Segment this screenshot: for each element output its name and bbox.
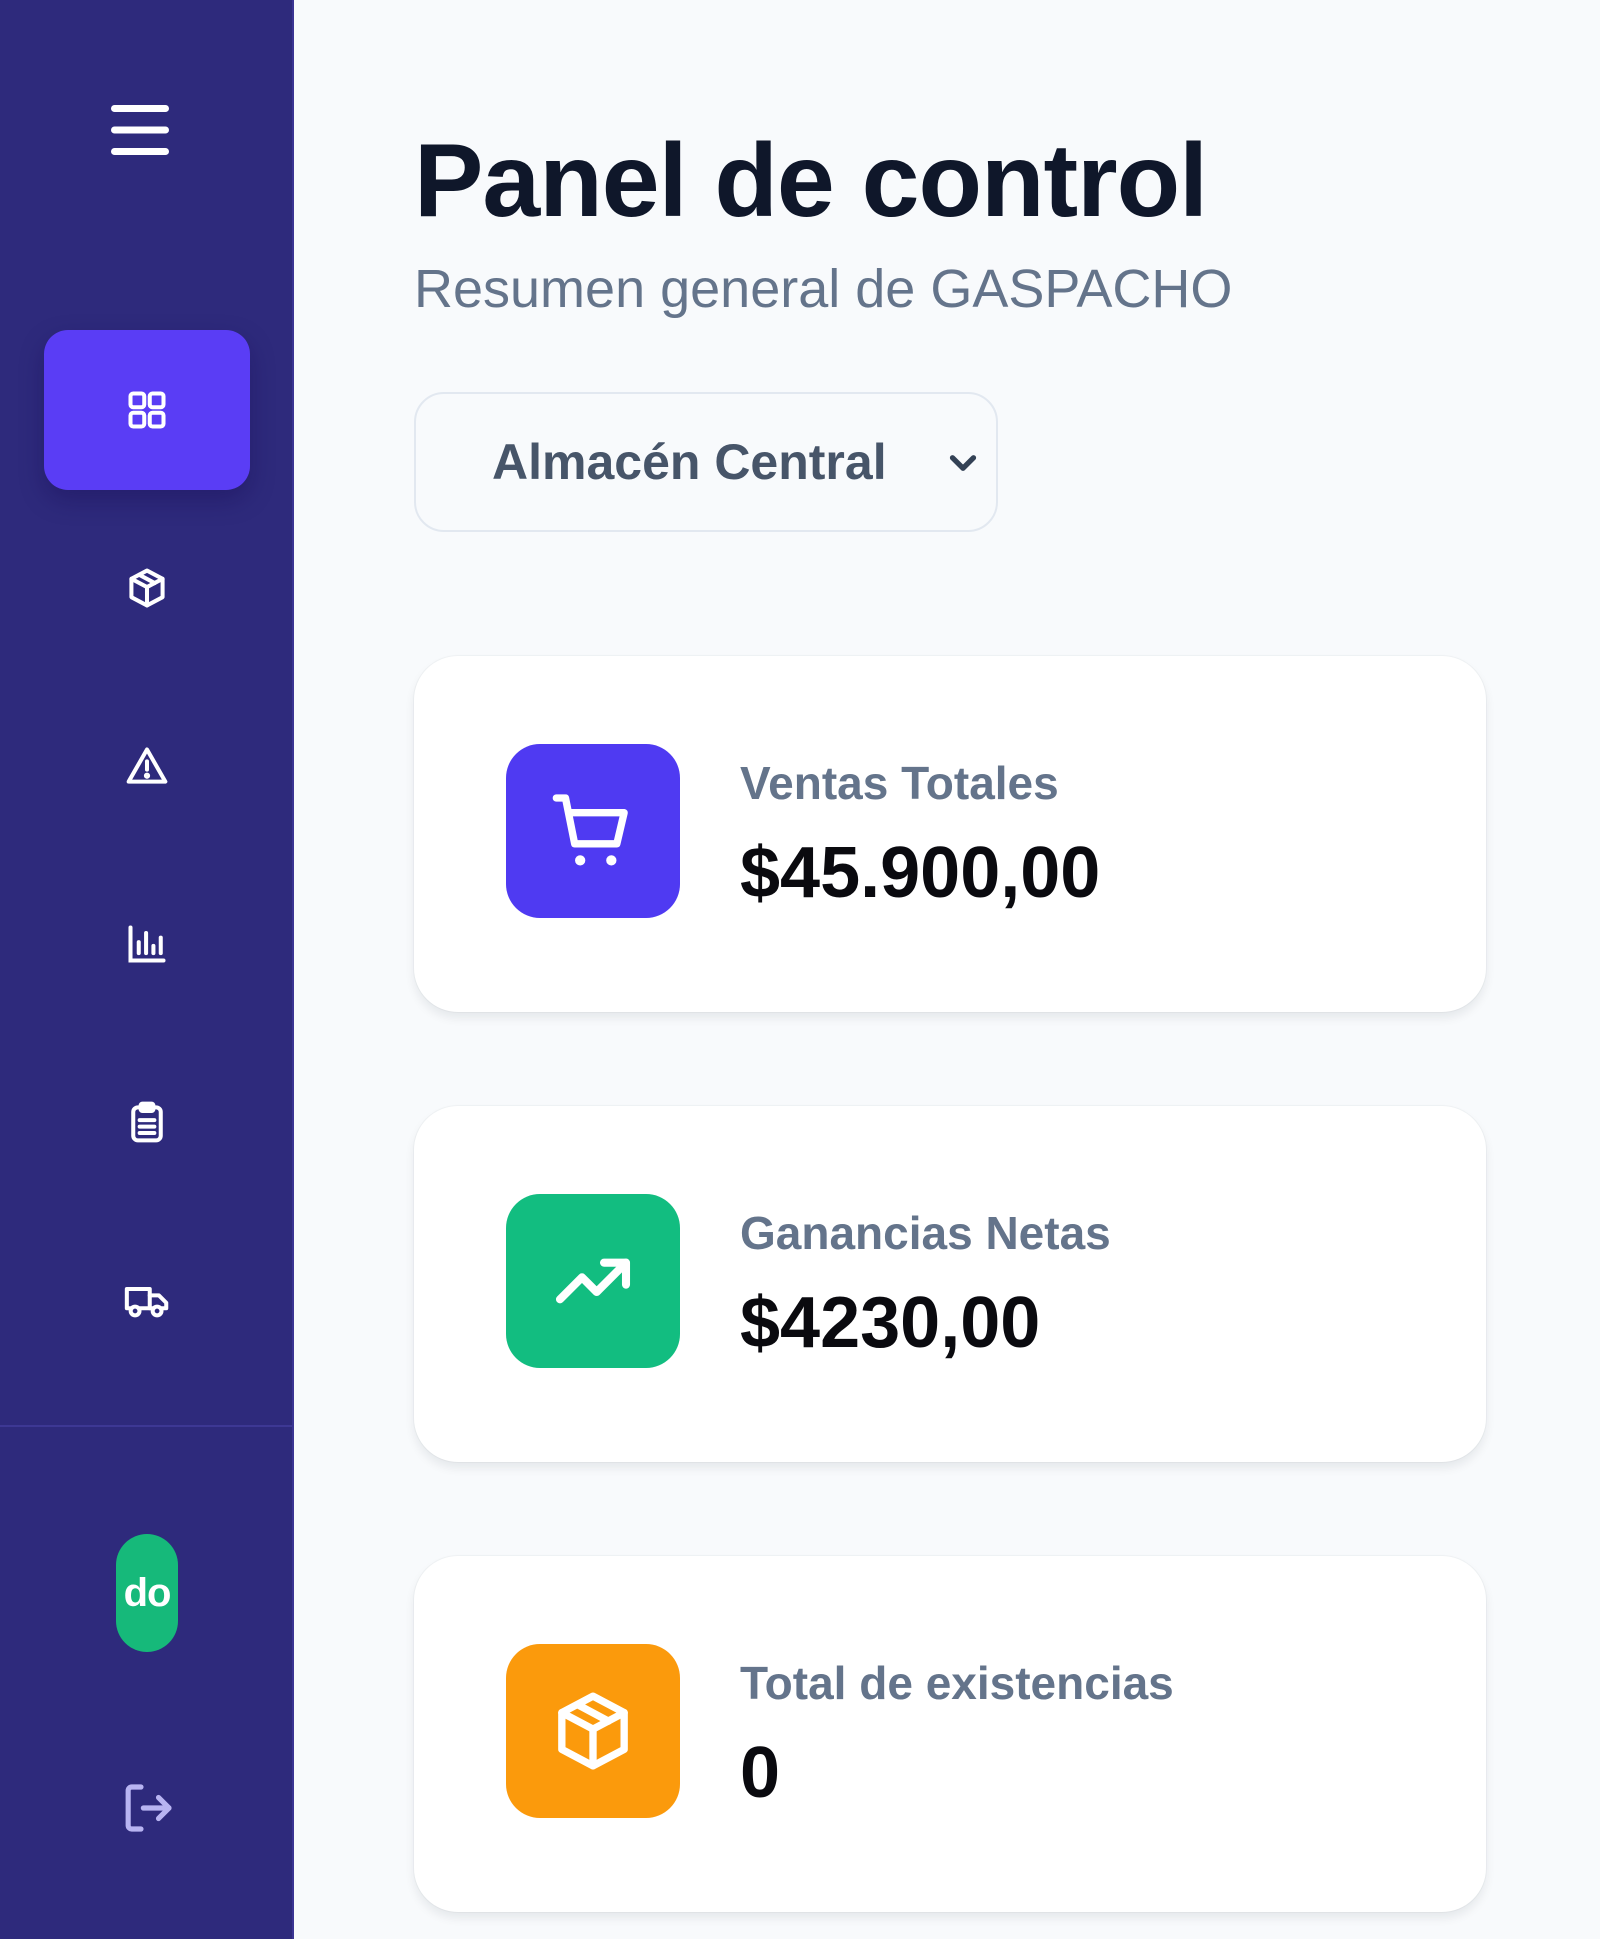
shopping-cart-icon [552,794,628,866]
page-title: Panel de control [414,123,1208,239]
dashboard-grid-icon [128,391,166,429]
sidebar-divider [0,1425,292,1427]
bar-chart-icon [128,925,166,963]
stat-value: $4230,00 [740,1283,1041,1363]
sidebar-item-inventory[interactable] [44,508,250,668]
package-cube-icon [129,568,165,608]
logout-button[interactable] [112,1772,184,1844]
trending-up-icon [555,1258,631,1304]
page-subtitle: Resumen general de GASPACHO [414,259,1233,319]
sidebar: do [0,0,294,1939]
chevron-down-icon [949,455,977,471]
sidebar-item-reports[interactable] [44,864,250,1024]
stat-card-sales: Ventas Totales $45.900,00 [414,656,1486,1012]
user-avatar[interactable]: do [116,1534,178,1652]
sidebar-item-dashboard[interactable] [44,330,250,490]
sidebar-item-alerts[interactable] [44,686,250,846]
stat-card-profit: Ganancias Netas $4230,00 [414,1106,1486,1462]
truck-icon [124,1286,169,1318]
stat-label: Total de existencias [740,1657,1174,1709]
warehouse-select[interactable]: Almacén Central [414,392,998,532]
warning-triangle-icon [126,747,168,784]
stat-icon-box [506,1194,680,1368]
warehouse-select-value: Almacén Central [492,434,887,490]
stat-label: Ganancias Netas [740,1207,1111,1259]
stat-icon-box [506,1644,680,1818]
logout-icon [125,1784,172,1832]
clipboard-icon [131,1101,163,1143]
stat-card-stock: Total de existencias 0 [414,1556,1486,1912]
stat-icon-box [506,744,680,918]
box-icon [558,1692,628,1770]
sidebar-item-orders[interactable] [44,1042,250,1202]
stat-value: $45.900,00 [740,833,1101,913]
main-content: Panel de control Resumen general de GASP… [294,0,1600,1939]
stat-value: 0 [740,1733,781,1813]
sidebar-item-shipping[interactable] [44,1220,250,1380]
hamburger-menu-icon[interactable] [104,100,176,160]
stat-label: Ventas Totales [740,757,1059,809]
